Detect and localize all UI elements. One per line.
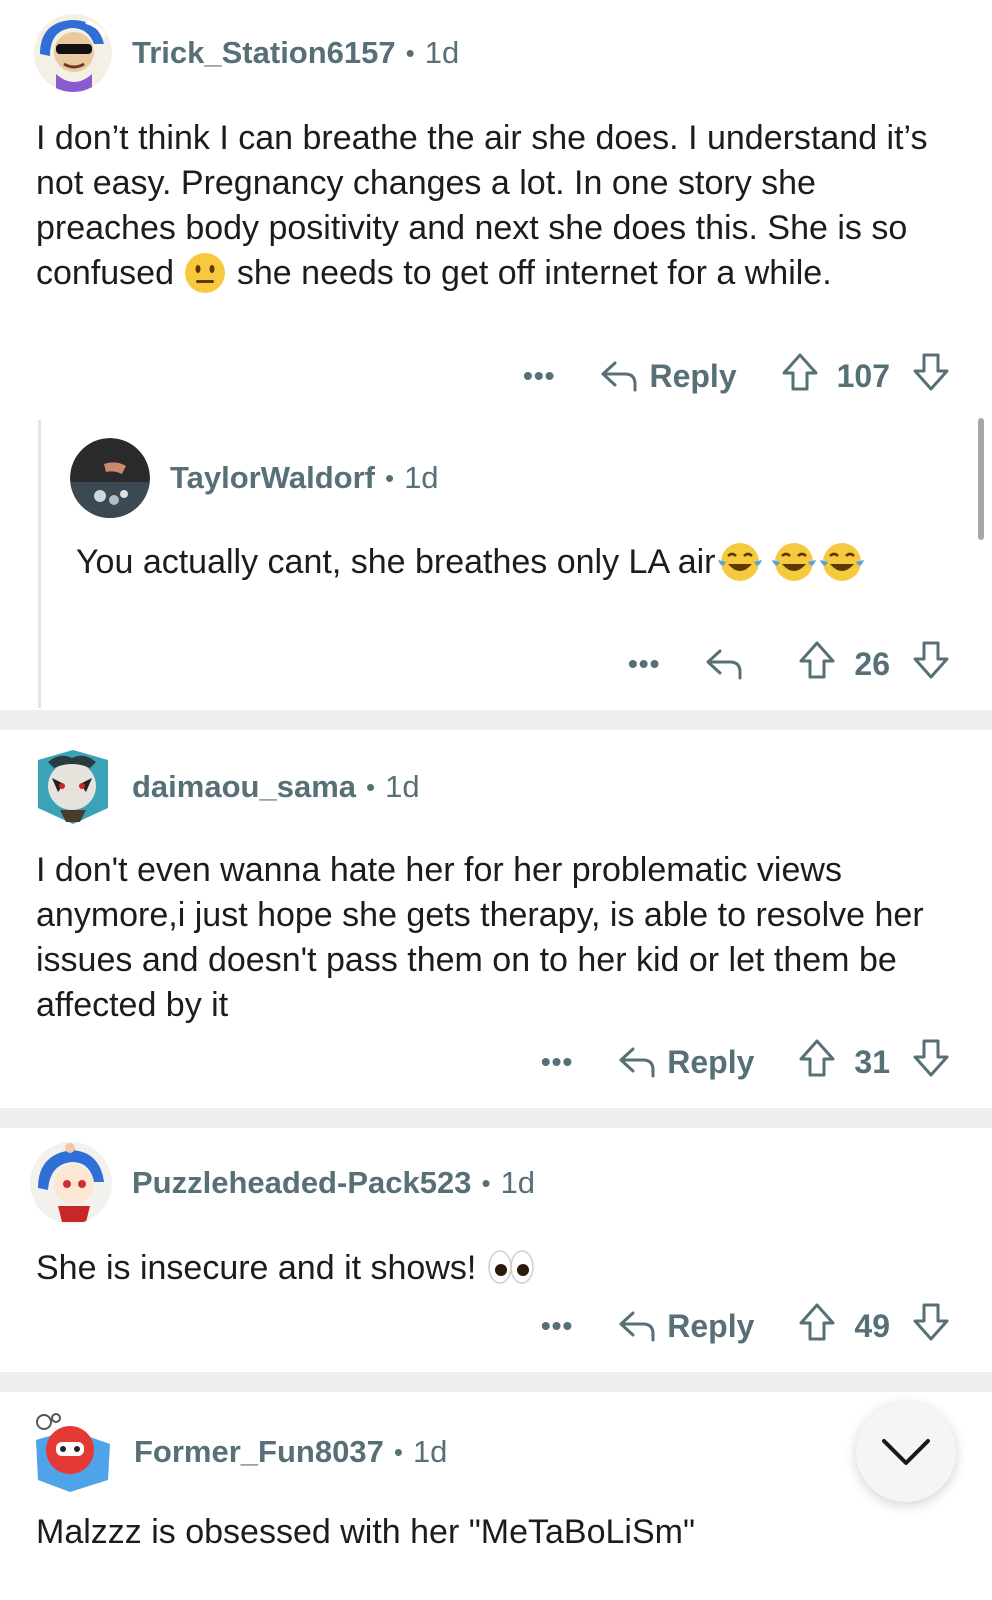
- thread-line[interactable]: [38, 420, 41, 708]
- neutral-face-emoji-icon: [183, 251, 227, 299]
- comment-body: She is insecure and it shows!: [36, 1246, 946, 1293]
- tears-of-joy-emoji-icon: [818, 540, 866, 588]
- downvote-arrow-icon[interactable]: [912, 1038, 950, 1086]
- reply-label: Reply: [667, 1307, 755, 1344]
- comment-text: She is insecure and it shows!: [36, 1249, 486, 1287]
- comment-divider: [0, 710, 992, 730]
- vote-score: 49: [854, 1307, 890, 1344]
- reply-button[interactable]: Reply: [617, 1308, 754, 1345]
- comment-age: 1d: [412, 1434, 448, 1469]
- reply-body: You actually cant, she breathes only LA …: [76, 540, 916, 588]
- comment-actions: ••• Reply 107: [523, 352, 950, 400]
- comment-daimaou-sama: daimaou_sama • 1d I don't even wanna hat…: [0, 730, 992, 1106]
- reply-label: Reply: [649, 357, 737, 394]
- comment-trick-station: Trick_Station6157 • 1d I don’t think I c…: [0, 0, 992, 708]
- comment-body: Malzzz is obsessed with her "MeTaBoLiSm": [36, 1513, 696, 1551]
- reply-arrow-icon: [706, 649, 742, 680]
- eyes-emoji-icon: [486, 1247, 536, 1293]
- comment-divider: [0, 1108, 992, 1128]
- downvote-arrow-icon[interactable]: [912, 640, 950, 688]
- reply-label: Reply: [667, 1043, 755, 1080]
- comment-age: 1d: [424, 35, 460, 70]
- reply-arrow-icon: [601, 361, 637, 392]
- reply-button[interactable]: [704, 647, 754, 681]
- comment-actions: ••• Reply 31: [541, 1038, 950, 1086]
- comment-header: Trick_Station6157 • 1d: [34, 14, 459, 92]
- upvote-arrow-icon[interactable]: [798, 1038, 836, 1086]
- avatar[interactable]: [34, 14, 112, 92]
- avatar[interactable]: [70, 438, 150, 518]
- comment-header: daimaou_sama • 1d: [34, 748, 420, 826]
- downvote-arrow-icon[interactable]: [912, 352, 950, 400]
- comment-body: I don’t think I can breathe the air she …: [36, 116, 946, 299]
- next-comment-button[interactable]: [856, 1402, 956, 1502]
- comment-former-fun: Former_Fun8037 • 1d Malzzz is obsessed w…: [0, 1392, 992, 1600]
- separator-dot: •: [481, 1167, 491, 1198]
- separator-dot: •: [366, 771, 376, 802]
- reply-button[interactable]: Reply: [599, 357, 737, 395]
- separator-dot: •: [405, 37, 415, 68]
- username[interactable]: Puzzleheaded-Pack523: [132, 1165, 471, 1201]
- comment-header: Puzzleheaded-Pack523 • 1d: [30, 1142, 535, 1224]
- comment-text: You actually cant, she breathes only LA …: [76, 543, 716, 581]
- comment-divider: [0, 1372, 992, 1392]
- comment-age: 1d: [385, 769, 420, 804]
- upvote-arrow-icon[interactable]: [798, 640, 836, 688]
- avatar[interactable]: [34, 748, 112, 826]
- tears-of-joy-emoji-icon: [716, 540, 764, 588]
- vote-score: 26: [854, 645, 890, 682]
- comment-age: 1d: [500, 1165, 536, 1200]
- comment-puzzleheaded-pack: Puzzleheaded-Pack523 • 1d She is insecur…: [0, 1128, 992, 1370]
- more-options-button[interactable]: •••: [628, 650, 660, 678]
- username[interactable]: Trick_Station6157: [132, 35, 396, 71]
- comment-age: 1d: [404, 460, 439, 495]
- more-options-button[interactable]: •••: [541, 1048, 573, 1076]
- username[interactable]: daimaou_sama: [132, 769, 356, 805]
- separator-dot: •: [384, 462, 395, 493]
- comment-header: Former_Fun8037 • 1d: [30, 1410, 447, 1494]
- username[interactable]: TaylorWaldorf: [170, 460, 375, 496]
- more-options-button[interactable]: •••: [541, 1312, 573, 1340]
- upvote-arrow-icon[interactable]: [781, 352, 819, 400]
- reply-arrow-icon: [619, 1311, 655, 1342]
- reply-button[interactable]: Reply: [617, 1044, 754, 1081]
- upvote-arrow-icon[interactable]: [798, 1302, 836, 1350]
- vote-score: 31: [854, 1043, 890, 1080]
- reply-header: TaylorWaldorf • 1d: [70, 438, 439, 518]
- downvote-arrow-icon[interactable]: [912, 1302, 950, 1350]
- separator-dot: •: [393, 1436, 403, 1467]
- reply-arrow-icon: [619, 1047, 655, 1078]
- comment-text-part: she needs to get off internet for a whil…: [227, 254, 832, 292]
- username[interactable]: Former_Fun8037: [134, 1434, 384, 1470]
- avatar[interactable]: [30, 1142, 112, 1224]
- scrollbar[interactable]: [978, 418, 984, 540]
- reply-actions: ••• 26: [628, 640, 950, 688]
- comment-actions: ••• Reply 49: [541, 1302, 950, 1350]
- tears-of-joy-emoji-icon: [770, 540, 818, 588]
- more-options-button[interactable]: •••: [523, 362, 555, 390]
- avatar[interactable]: [30, 1410, 114, 1494]
- vote-score: 107: [836, 357, 890, 394]
- comment-body: I don't even wanna hate her for her prob…: [36, 851, 924, 1024]
- chevron-down-icon: [882, 1439, 930, 1465]
